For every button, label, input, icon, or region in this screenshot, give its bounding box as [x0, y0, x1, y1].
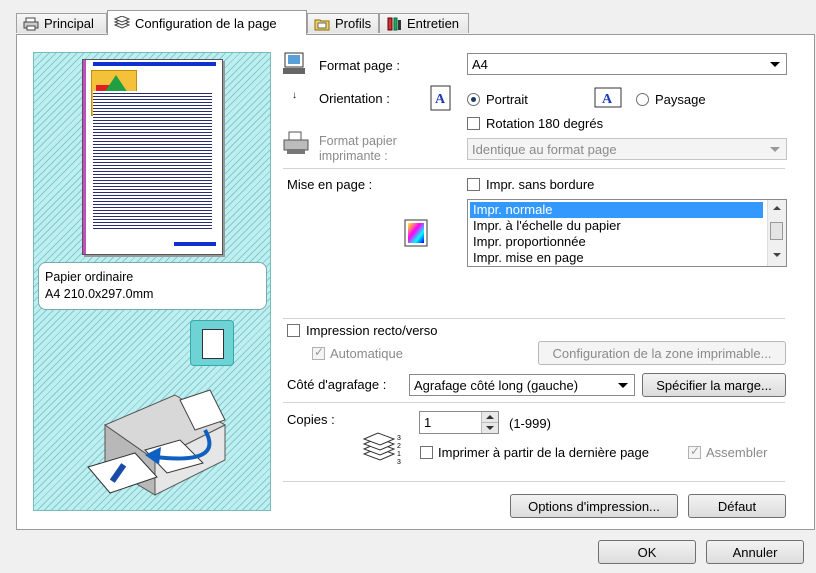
page-size-icon	[283, 52, 307, 79]
page-size-select[interactable]: A4	[467, 53, 787, 75]
listbox-scrollbar[interactable]	[767, 200, 786, 266]
printer-paper-value: Identique au format page	[472, 141, 617, 157]
svg-text:1: 1	[397, 451, 401, 458]
single-sided-icon	[190, 320, 234, 366]
scroll-up-icon[interactable]	[773, 206, 781, 210]
reverse-order-checkbox[interactable]	[420, 446, 433, 459]
pages-icon	[113, 15, 131, 30]
scroll-thumb[interactable]	[770, 222, 783, 240]
chevron-down-icon	[770, 147, 780, 152]
copies-value: 1	[424, 415, 432, 430]
sheet-edge	[83, 60, 86, 254]
print-area-setup-button[interactable]: Configuration de la zone imprimable...	[538, 341, 786, 365]
divider	[283, 402, 785, 403]
divider	[283, 481, 785, 482]
copies-spinner[interactable]: 1	[419, 411, 499, 434]
sheet-footer-bar	[174, 242, 216, 246]
print-options-button[interactable]: Options d'impression...	[510, 494, 678, 518]
duplex-auto-checkbox[interactable]	[312, 345, 325, 360]
tab-page-setup[interactable]: Configuration de la page	[107, 10, 307, 35]
duplex-label: Impression recto/verso	[306, 323, 438, 338]
tab-label: Profils	[335, 16, 372, 31]
paper-type: Papier ordinaire	[45, 270, 134, 284]
tab-label: Principal	[44, 16, 94, 31]
copies-range: (1-999)	[509, 416, 551, 431]
duplex-auto-label: Automatique	[330, 346, 403, 361]
tab-label: Configuration de la page	[135, 15, 277, 31]
collate-checkbox[interactable]	[688, 444, 701, 459]
portrait-label: Portrait	[486, 92, 528, 107]
svg-text:3: 3	[397, 435, 401, 442]
printer-paper-icon	[283, 131, 309, 160]
borderless-label: Impr. sans bordure	[486, 177, 595, 192]
layout-preview-icon	[404, 219, 430, 250]
rotate-180-label: Rotation 180 degrés	[486, 116, 604, 131]
chevron-down-icon	[618, 383, 628, 388]
page-size-label: Format page :	[319, 58, 400, 73]
printer-paper-select[interactable]: Identique au format page	[467, 138, 787, 160]
divider	[283, 318, 785, 319]
portrait-radio[interactable]	[467, 93, 480, 106]
reverse-order-label: Imprimer à partir de la dernière page	[438, 445, 649, 460]
collate-label: Assembler	[706, 445, 768, 460]
tab-principal[interactable]: Principal	[16, 13, 107, 33]
layout-label: Mise en page :	[287, 177, 373, 192]
svg-text:2: 2	[397, 443, 401, 450]
layout-listbox[interactable]: Impr. normale Impr. à l'échelle du papie…	[467, 199, 787, 267]
defaults-button[interactable]: Défaut	[688, 494, 786, 518]
chevron-down-icon	[486, 426, 494, 430]
layout-option-fit-to-page[interactable]: Impr. à l'échelle du papier	[470, 218, 763, 234]
paper-info-box: Papier ordinaire A4 210.0x297.0mm	[38, 262, 267, 310]
divider	[283, 168, 785, 169]
cancel-button[interactable]: Annuler	[706, 540, 804, 564]
copies-stack-icon: 3 2 1 3	[362, 430, 406, 473]
sheet-header-bar	[93, 62, 216, 66]
tab-label: Entretien	[407, 16, 460, 31]
stapling-label: Côté d'agrafage :	[287, 377, 387, 392]
arrow-down-icon: ↓	[292, 90, 297, 101]
increment-button[interactable]	[481, 412, 498, 423]
folder-icon	[314, 17, 330, 31]
printer-icon	[23, 17, 39, 31]
printer-paper-label: Format papier imprimante :	[319, 134, 397, 164]
printer-paper-label-line1: Format papier	[319, 134, 397, 148]
tab-entretien[interactable]: Entretien	[379, 13, 469, 33]
tools-icon	[386, 17, 402, 31]
sheet-text-lines	[93, 91, 212, 231]
specify-margin-button[interactable]: Spécifier la marge...	[642, 373, 786, 397]
svg-text:A: A	[602, 92, 613, 107]
duplex-checkbox[interactable]	[287, 324, 300, 337]
tab-profils[interactable]: Profils	[307, 13, 379, 33]
borderless-checkbox[interactable]	[467, 178, 480, 191]
copies-label: Copies :	[287, 412, 335, 427]
paper-size: A4 210.0x297.0mm	[45, 287, 154, 301]
stapling-select[interactable]: Agrafage côté long (gauche)	[409, 374, 635, 396]
stapling-value: Agrafage côté long (gauche)	[414, 377, 579, 393]
layout-option-scaled[interactable]: Impr. proportionnée	[470, 234, 763, 250]
layout-option-page-layout[interactable]: Impr. mise en page	[470, 250, 763, 266]
printer-paper-label-line2: imprimante :	[319, 149, 388, 163]
orientation-label: Orientation :	[319, 91, 390, 106]
svg-text:3: 3	[397, 459, 401, 466]
portrait-icon: A	[430, 85, 452, 114]
chevron-down-icon	[770, 62, 780, 67]
landscape-label: Paysage	[655, 92, 706, 107]
page-size-value: A4	[472, 56, 488, 72]
scroll-down-icon[interactable]	[773, 253, 781, 257]
landscape-icon: A	[594, 87, 622, 112]
chevron-up-icon	[486, 415, 494, 419]
preview-sheet	[82, 59, 223, 255]
landscape-radio[interactable]	[636, 93, 649, 106]
ok-button[interactable]: OK	[598, 540, 696, 564]
rotate-180-checkbox[interactable]	[467, 117, 480, 130]
layout-option-normal[interactable]: Impr. normale	[470, 202, 763, 218]
svg-text:A: A	[435, 92, 446, 107]
printer-illustration-icon	[85, 385, 235, 503]
decrement-button[interactable]	[481, 423, 498, 433]
